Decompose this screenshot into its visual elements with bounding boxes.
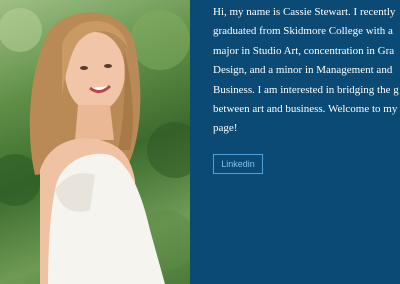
bio-line: Design, and a minor in Management and bbox=[213, 64, 393, 77]
bio-panel: Hi, my name is Cassie Stewart. I recentl… bbox=[190, 0, 400, 284]
bio-line: between art and business. Welcome to my bbox=[213, 103, 398, 116]
bio-line: Hi, my name is Cassie Stewart. I recentl… bbox=[213, 6, 396, 18]
linkedin-button[interactable]: Linkedin bbox=[213, 154, 263, 174]
bio-line: page! bbox=[213, 122, 238, 135]
profile-photo bbox=[0, 0, 190, 284]
bio-line: graduated from Skidmore College with a bbox=[213, 25, 393, 38]
bio-text: Hi, my name is Cassie Stewart. I recentl… bbox=[213, 3, 400, 139]
bio-line: Business. I am interested in bridging th… bbox=[213, 83, 399, 96]
bio-line: major in Studio Art, concentration in Gr… bbox=[213, 44, 395, 57]
portrait-illustration bbox=[0, 8, 190, 284]
